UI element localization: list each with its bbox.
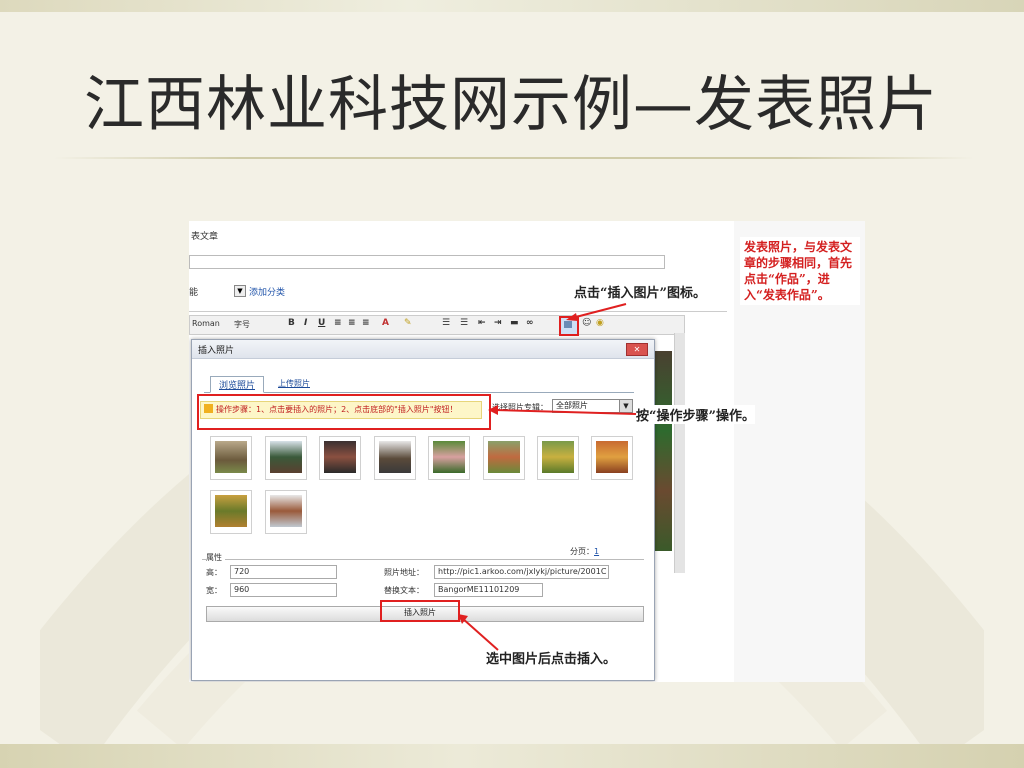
align-right-icon[interactable]: ≡	[362, 318, 370, 328]
ordered-list-icon[interactable]: ☰	[442, 318, 450, 328]
alt-text-input[interactable]: BangorME11101209	[434, 583, 543, 597]
insert-photo-button[interactable]: 插入照片	[380, 600, 460, 622]
attributes-heading: 属性	[206, 552, 225, 563]
highlight-icon[interactable]: ✎	[404, 318, 412, 328]
dialog-title: 插入照片	[198, 346, 235, 356]
insert-annotation: 选中图片后点击插入。	[486, 648, 617, 667]
unordered-list-icon[interactable]: ☰	[460, 318, 468, 328]
font-name-select[interactable]: Roman	[192, 319, 220, 328]
width-input[interactable]: 960	[230, 583, 337, 597]
bold-icon[interactable]: B	[288, 318, 295, 328]
photo-thumbnail[interactable]	[591, 436, 633, 480]
font-size-select[interactable]: 字号	[234, 319, 250, 330]
photo-thumbnail[interactable]	[374, 436, 416, 480]
album-label: 选择照片专辑：	[492, 403, 548, 412]
photo-thumbnail[interactable]	[483, 436, 525, 480]
dialog-titlebar: 插入照片 ✕	[192, 340, 654, 359]
photo-thumbnail[interactable]	[428, 436, 470, 480]
pager-page-link[interactable]: 1	[594, 547, 599, 556]
category-dropdown-icon[interactable]: ▼	[234, 285, 246, 297]
italic-icon[interactable]: I	[304, 318, 307, 328]
photo-thumbnail[interactable]	[537, 436, 579, 480]
insert-image-icon[interactable]	[559, 316, 579, 336]
photo-thumbnail[interactable]	[265, 436, 307, 480]
alt-text-label: 替换文本：	[384, 586, 424, 595]
link-icon[interactable]: ∞	[526, 318, 534, 328]
top-decor-band	[0, 0, 1024, 12]
chevron-down-icon[interactable]: ▼	[619, 400, 632, 412]
attributes-divider	[202, 559, 644, 560]
photo-url-input[interactable]: http://pic1.arkoo.com/jxlykj/picture/200…	[434, 565, 609, 579]
steps-annotation: 按“操作步骤”操作。	[636, 405, 755, 424]
insert-icon-annotation: 点击“插入图片”图标。	[574, 282, 706, 301]
screenshot-area: 表文章 能 ▼ 添加分类 Roman 字号 B I U ≡ ≡ ≡ A ✎ ☰ …	[189, 221, 865, 682]
tabs-divider	[204, 392, 634, 393]
article-title-input[interactable]	[189, 255, 665, 269]
underline-icon[interactable]: U	[318, 318, 325, 328]
font-color-icon[interactable]: A	[382, 318, 389, 328]
pagination: 分页：1	[570, 546, 599, 557]
photo-thumbnail[interactable]	[265, 490, 307, 534]
close-icon[interactable]: ✕	[626, 343, 648, 356]
align-center-icon[interactable]: ≡	[348, 318, 356, 328]
indent-icon[interactable]: ⇥	[494, 318, 502, 328]
side-note-annotation: 发表照片，与发表文章的步骤相同，首先点击“作品”，进入“发表作品”。	[740, 237, 860, 305]
add-category-link[interactable]: 添加分类	[249, 285, 285, 298]
height-label: 高：	[206, 568, 222, 577]
tab-upload-photos[interactable]: 上传照片	[278, 378, 310, 389]
photo-thumbnail[interactable]	[210, 436, 252, 480]
slide-title: 江西林业科技网示例—发表照片	[84, 70, 938, 140]
album-select[interactable]: 全部照片 ▼	[552, 399, 633, 413]
photo-thumbnail[interactable]	[319, 436, 361, 480]
editor-toolbar: Roman 字号 B I U ≡ ≡ ≡ A ✎ ☰ ☰ ⇤ ⇥ ▬ ∞ ☺ ◉	[189, 315, 685, 336]
emoticon-icon[interactable]: ☺	[582, 318, 591, 328]
editor-scrollbar[interactable]	[674, 333, 685, 573]
media-icon[interactable]: ◉	[596, 318, 604, 328]
outdent-icon[interactable]: ⇤	[478, 318, 486, 328]
publish-article-label: 表文章	[191, 232, 219, 242]
category-select-value[interactable]: 能	[189, 285, 198, 298]
photo-thumbnail[interactable]	[210, 490, 252, 534]
width-label: 宽：	[206, 586, 222, 595]
steps-highlight-box	[197, 394, 491, 430]
tab-browse-photos[interactable]: 浏览照片	[210, 376, 265, 393]
height-input[interactable]: 720	[230, 565, 337, 579]
editor-divider	[189, 311, 727, 312]
align-left-icon[interactable]: ≡	[334, 318, 342, 328]
album-selected-value: 全部照片	[556, 401, 588, 410]
insert-photo-dialog: 插入照片 ✕ 浏览照片 上传照片 操作步骤：1、点击要插入的照片；2、点击底部的…	[191, 339, 655, 681]
pager-label: 分页：	[570, 547, 594, 556]
horizontal-rule-icon[interactable]: ▬	[510, 318, 519, 328]
title-divider	[54, 157, 974, 159]
photo-url-label: 照片地址：	[384, 568, 424, 577]
bottom-decor-band	[0, 744, 1024, 768]
editor-image-strip	[652, 351, 672, 551]
